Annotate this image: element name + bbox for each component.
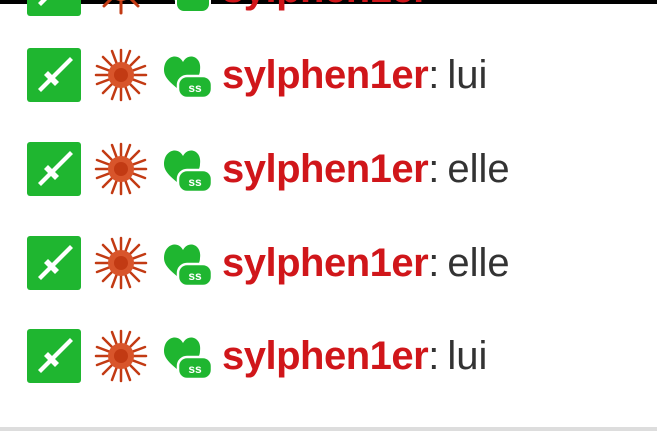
moderator-sword-icon[interactable] (26, 328, 82, 384)
username-separator: : (428, 146, 440, 191)
chat-username[interactable]: sylphen1er (222, 147, 429, 192)
chat-message-text: elle (447, 240, 510, 285)
ss-heart-icon[interactable]: ss (156, 46, 214, 104)
chat-message: ss sylphen1er: lui (26, 327, 487, 385)
moderator-sword-icon[interactable] (26, 141, 82, 197)
chat-username[interactable]: sylphen1er (222, 334, 429, 379)
svg-text:ss: ss (188, 269, 202, 283)
subscriber-flower-icon (92, 0, 150, 18)
chat-log: sylphen1er (0, 0, 657, 427)
svg-text:ss: ss (188, 362, 202, 376)
moderator-sword-icon[interactable] (26, 47, 82, 103)
moderator-sword-icon[interactable] (26, 235, 82, 291)
chat-username[interactable]: sylphen1er (222, 0, 429, 12)
chat-username[interactable]: sylphen1er (222, 53, 429, 98)
chat-username[interactable]: sylphen1er (222, 241, 429, 286)
chat-message-text: elle (447, 146, 510, 191)
chat-message: ss sylphen1er: elle (26, 140, 510, 198)
chat-message-text: lui (447, 333, 488, 378)
ss-heart-icon (156, 0, 214, 18)
chat-message: ss sylphen1er: lui (26, 46, 487, 104)
chat-message-partial: sylphen1er (26, 0, 429, 18)
subscriber-flower-icon[interactable] (92, 327, 150, 385)
svg-text:ss: ss (188, 81, 202, 95)
subscriber-flower-icon[interactable] (92, 46, 150, 104)
subscriber-flower-icon[interactable] (92, 234, 150, 292)
chat-message: ss sylphen1er: elle (26, 234, 510, 292)
ss-heart-icon[interactable]: ss (156, 327, 214, 385)
chat-message-text: lui (447, 52, 488, 97)
subscriber-flower-icon[interactable] (92, 140, 150, 198)
bottom-divider (0, 427, 657, 431)
ss-heart-icon[interactable]: ss (156, 140, 214, 198)
username-separator: : (428, 52, 440, 97)
ss-heart-icon[interactable]: ss (156, 234, 214, 292)
username-separator: : (428, 240, 440, 285)
svg-text:ss: ss (188, 175, 202, 189)
moderator-sword-icon (26, 0, 82, 17)
username-separator: : (428, 333, 440, 378)
